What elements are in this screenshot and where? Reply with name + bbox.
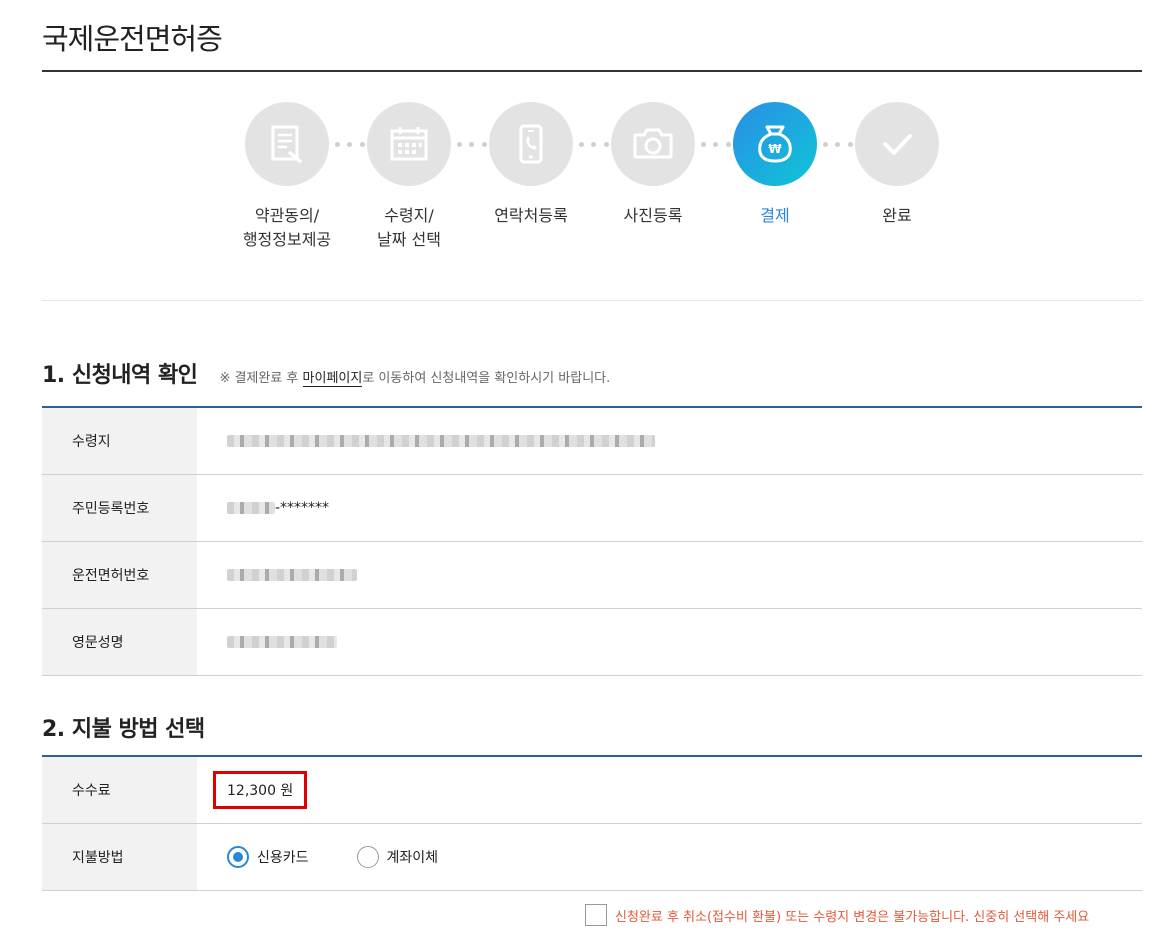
step-payment: ₩ 결제 [733,102,817,225]
row-label: 수수료 [42,757,197,823]
radio-indicator[interactable] [227,846,249,868]
phone-icon [519,124,543,164]
step-connector [697,141,735,147]
redacted-text [227,569,357,581]
title-divider [42,70,1142,72]
agreement-checkbox[interactable] [585,904,607,926]
redacted-text [227,435,655,447]
row-value-receive-place [197,408,1142,474]
radio-label: 신용카드 [257,850,309,866]
step-circle [489,102,573,186]
camera-icon [633,128,673,159]
table-row: 운전면허번호 [42,542,1142,609]
table-row: 수수료 12,300 원 [42,757,1142,824]
mypage-link[interactable]: 마이페이지 [302,371,363,387]
check-icon [883,134,912,155]
step-connector [819,141,857,147]
step-connector [453,141,491,147]
table-row: 수령지 [42,408,1142,475]
step-connector [575,141,613,147]
money-bag-won-icon: ₩ [758,125,792,163]
table-row: 주민등록번호 -******* [42,475,1142,542]
step-label: 완료 [882,206,912,225]
application-details-table: 수령지 주민등록번호 -******* 운전면허번호 영문성명 [42,406,1142,676]
payment-method-options: 신용카드 계좌이체 [197,824,1142,890]
table-row: 지불방법 신용카드 계좌이체 [42,824,1142,891]
step-contact: 연락처등록 [489,102,573,225]
payment-method-table: 수수료 12,300 원 지불방법 신용카드 계좌이체 [42,755,1142,891]
section-note: ※ 결제완료 후 마이페이지로 이동하여 신청내역을 확인하시기 바랍니다. [219,371,611,387]
row-value-resident-number: -******* [197,475,1142,541]
progress-steps: 약관동의/ 행정정보제공 수령지/ 날짜 선택 연락처등록 사진등록 ₩ 결제 … [243,102,945,262]
radio-bank-transfer[interactable]: 계좌이체 [356,846,439,868]
step-receive-place: 수령지/ 날짜 선택 [367,102,451,249]
radio-label: 계좌이체 [386,850,439,866]
step-circle [367,102,451,186]
svg-text:₩: ₩ [768,142,782,156]
radio-indicator[interactable] [356,846,379,868]
steps-divider [42,300,1142,301]
step-circle [245,102,329,186]
row-label: 수령지 [42,408,197,474]
row-value-english-name [197,609,1142,675]
section-title: 1. 신청내역 확인 [42,363,198,388]
step-circle [855,102,939,186]
step-circle [611,102,695,186]
step-circle: ₩ [733,102,817,186]
step-terms: 약관동의/ 행정정보제공 [243,102,331,249]
table-row: 영문성명 [42,609,1142,676]
row-label: 주민등록번호 [42,475,197,541]
row-value-fee: 12,300 원 [197,757,1142,823]
redacted-text [227,636,337,648]
step-connector [331,141,369,147]
calendar-icon [390,127,428,161]
radio-credit-card[interactable]: 신용카드 [227,846,309,868]
step-photo: 사진등록 [611,102,695,225]
section-title: 2. 지불 방법 선택 [42,717,205,742]
redacted-text [227,502,275,514]
agreement-warning-text: 신청완료 후 취소(접수비 환불) 또는 수령지 변경은 불가능합니다. 신중히… [615,909,1090,925]
agreement-checkbox-row[interactable]: 신청완료 후 취소(접수비 환불) 또는 수령지 변경은 불가능합니다. 신중히… [585,904,1089,926]
row-label: 운전면허번호 [42,542,197,608]
fee-amount: 12,300 원 [213,771,308,809]
step-complete: 완료 [855,102,939,225]
row-label: 영문성명 [42,609,197,675]
row-label: 지불방법 [42,824,197,890]
document-edit-icon [271,125,303,164]
row-value-license-number [197,542,1142,608]
page-title: 국제운전면허증 [42,22,223,56]
section-application-review-header: 1. 신청내역 확인 ※ 결제완료 후 마이페이지로 이동하여 신청내역을 확인… [42,357,610,389]
